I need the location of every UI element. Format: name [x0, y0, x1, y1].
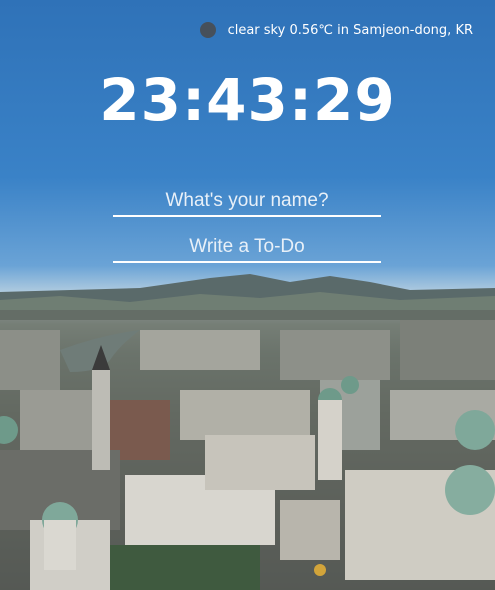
- todo-input[interactable]: [113, 232, 381, 263]
- name-input[interactable]: [113, 186, 381, 217]
- weather-text: clear sky 0.56℃ in Samjeon-dong, KR: [227, 22, 473, 38]
- weather-widget: clear sky 0.56℃ in Samjeon-dong, KR: [199, 22, 473, 38]
- clock: 23:43:29: [99, 66, 396, 134]
- weather-icon: [199, 22, 216, 38]
